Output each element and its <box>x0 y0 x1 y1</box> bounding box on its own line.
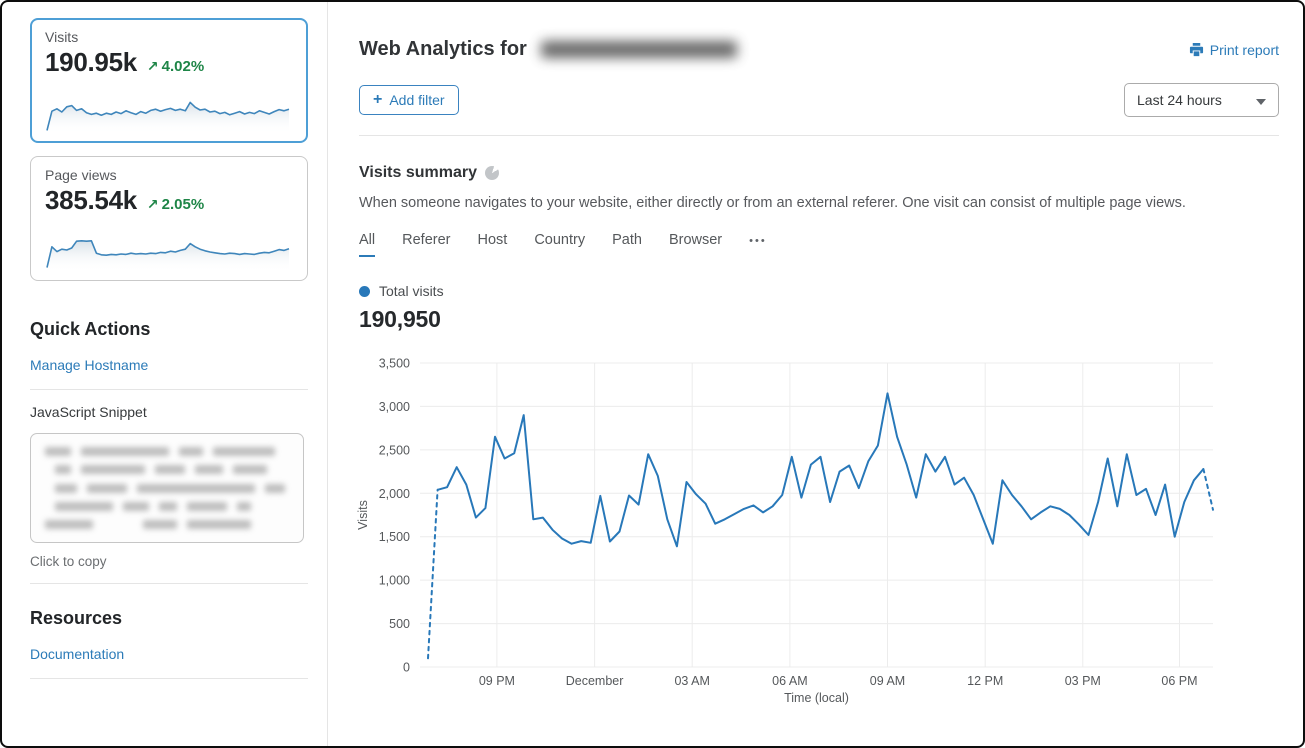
documentation-link[interactable]: Documentation <box>30 646 124 662</box>
divider <box>30 389 308 390</box>
svg-text:1,000: 1,000 <box>379 574 410 588</box>
tab-path[interactable]: Path <box>612 232 642 257</box>
tab-more-ellipsis-icon[interactable]: ••• <box>749 235 767 254</box>
quick-actions-heading: Quick Actions <box>30 319 308 340</box>
svg-text:06 AM: 06 AM <box>772 674 807 688</box>
javascript-snippet-code-box[interactable] <box>30 433 304 543</box>
svg-text:500: 500 <box>389 617 410 631</box>
main-panel: Web Analytics for Print report + Add fil… <box>328 2 1303 746</box>
svg-text:12 PM: 12 PM <box>967 674 1003 688</box>
page-title: Web Analytics for <box>359 38 737 61</box>
metric-card-visits[interactable]: Visits 190.95k ↗4.02% <box>30 18 308 143</box>
chevron-down-icon <box>1256 99 1266 105</box>
svg-text:09 PM: 09 PM <box>479 674 515 688</box>
svg-text:3,500: 3,500 <box>379 357 410 371</box>
total-visits-value: 190,950 <box>359 306 1279 333</box>
click-to-copy-hint: Click to copy <box>30 554 308 569</box>
legend-dot-icon <box>359 286 370 297</box>
time-range-dropdown[interactable]: Last 24 hours <box>1124 83 1279 117</box>
sidebar: Visits 190.95k ↗4.02% Page views 385.54k… <box>2 2 328 746</box>
page-views-sparkline <box>45 222 293 274</box>
metric-value: 385.54k <box>45 185 137 216</box>
trend-up-icon: ↗ <box>147 196 159 212</box>
tab-browser[interactable]: Browser <box>669 232 722 257</box>
tab-host[interactable]: Host <box>477 232 507 257</box>
visits-summary-description: When someone navigates to your website, … <box>359 195 1259 211</box>
metric-label: Visits <box>45 29 293 45</box>
svg-text:2,000: 2,000 <box>379 487 410 501</box>
metric-delta: ↗2.05% <box>147 196 204 213</box>
summary-tabs: All Referer Host Country Path Browser ••… <box>359 232 1279 257</box>
plus-icon: + <box>373 92 382 108</box>
tab-referer[interactable]: Referer <box>402 232 450 257</box>
resources-heading: Resources <box>30 608 308 629</box>
svg-text:1,500: 1,500 <box>379 530 410 544</box>
pie-chart-icon <box>485 166 499 180</box>
print-report-link[interactable]: Print report <box>1189 42 1279 58</box>
trend-up-icon: ↗ <box>147 58 159 74</box>
chart-legend: Total visits <box>359 283 1279 299</box>
tab-country[interactable]: Country <box>534 232 585 257</box>
svg-text:Visits: Visits <box>356 500 370 530</box>
svg-text:2,500: 2,500 <box>379 443 410 457</box>
legend-label: Total visits <box>379 283 444 299</box>
metric-label: Page views <box>45 167 293 183</box>
svg-text:December: December <box>566 674 624 688</box>
redacted-domain <box>541 41 737 58</box>
divider <box>359 135 1279 136</box>
tab-all[interactable]: All <box>359 232 375 257</box>
visits-sparkline <box>45 84 293 136</box>
metric-delta: ↗4.02% <box>147 58 204 75</box>
svg-text:Time (local): Time (local) <box>784 691 849 705</box>
svg-text:0: 0 <box>403 661 410 675</box>
svg-text:06 PM: 06 PM <box>1161 674 1197 688</box>
app-window: Visits 190.95k ↗4.02% Page views 385.54k… <box>0 0 1305 748</box>
divider <box>30 678 308 679</box>
divider <box>30 583 308 584</box>
javascript-snippet-label: JavaScript Snippet <box>30 404 308 420</box>
printer-icon <box>1189 42 1204 57</box>
svg-text:03 PM: 03 PM <box>1065 674 1101 688</box>
manage-hostname-link[interactable]: Manage Hostname <box>30 357 148 373</box>
svg-text:09 AM: 09 AM <box>870 674 905 688</box>
metric-value: 190.95k <box>45 47 137 78</box>
add-filter-button[interactable]: + Add filter <box>359 85 459 115</box>
svg-text:03 AM: 03 AM <box>674 674 709 688</box>
svg-text:3,000: 3,000 <box>379 400 410 414</box>
visits-summary-heading: Visits summary <box>359 164 477 182</box>
metric-card-page-views[interactable]: Page views 385.54k ↗2.05% <box>30 156 308 281</box>
visits-line-chart: 0 500 1,000 1,500 2,000 2,500 3,000 3,500 09 PM D… <box>355 355 1279 720</box>
